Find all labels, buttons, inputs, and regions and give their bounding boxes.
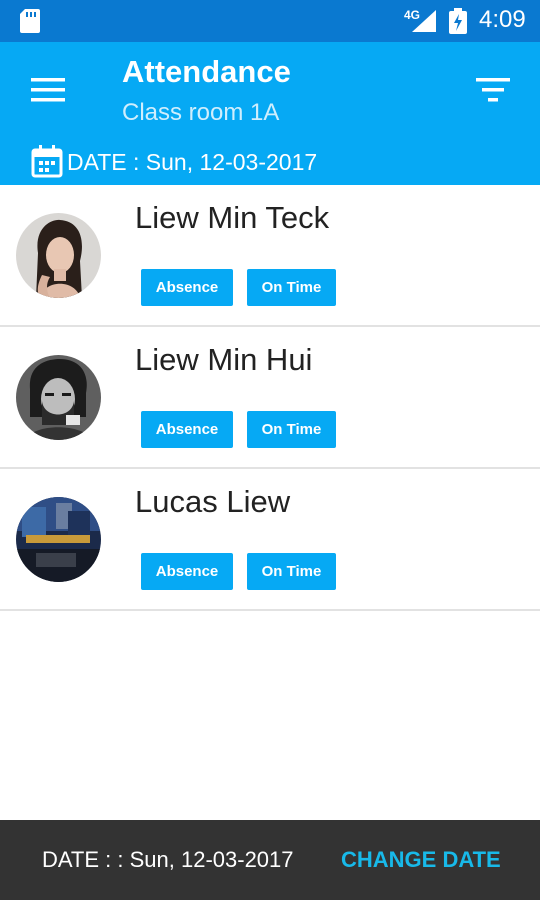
student-name: Liew Min Teck [135,200,330,235]
bottom-bar: DATE : : Sun, 12-03-2017 CHANGE DATE [0,820,540,900]
menu-icon[interactable] [31,78,65,102]
on-time-button[interactable]: On Time [247,411,336,448]
on-time-button[interactable]: On Time [247,269,336,306]
bottom-date-text: DATE : : Sun, 12-03-2017 [42,847,294,872]
battery-icon [449,8,467,34]
status-bar: 4G 4:09 [0,0,540,42]
avatar [16,213,101,298]
list-item: Lucas Liew Absence On Time [0,469,540,611]
student-name: Lucas Liew [135,484,291,519]
change-date-button[interactable]: CHANGE DATE [341,847,501,873]
status-time: 4:09 [479,6,526,33]
on-time-button[interactable]: On Time [247,553,336,590]
page-title: Attendance [122,54,291,89]
absence-button[interactable]: Absence [141,553,233,590]
filter-icon[interactable] [476,76,510,104]
absence-button[interactable]: Absence [141,269,233,306]
calendar-icon[interactable] [31,145,63,178]
avatar [16,497,101,582]
list-item: Liew Min Hui Absence On Time [0,327,540,469]
absence-button[interactable]: Absence [141,411,233,448]
student-name: Liew Min Hui [135,342,313,377]
page-subtitle: Class room 1A [122,99,280,126]
sd-card-icon [20,9,40,33]
signal-icon [412,10,436,32]
list-item: Liew Min Teck Absence On Time [0,185,540,327]
selected-date: DATE : Sun, 12-03-2017 [67,149,318,175]
avatar [16,355,101,440]
